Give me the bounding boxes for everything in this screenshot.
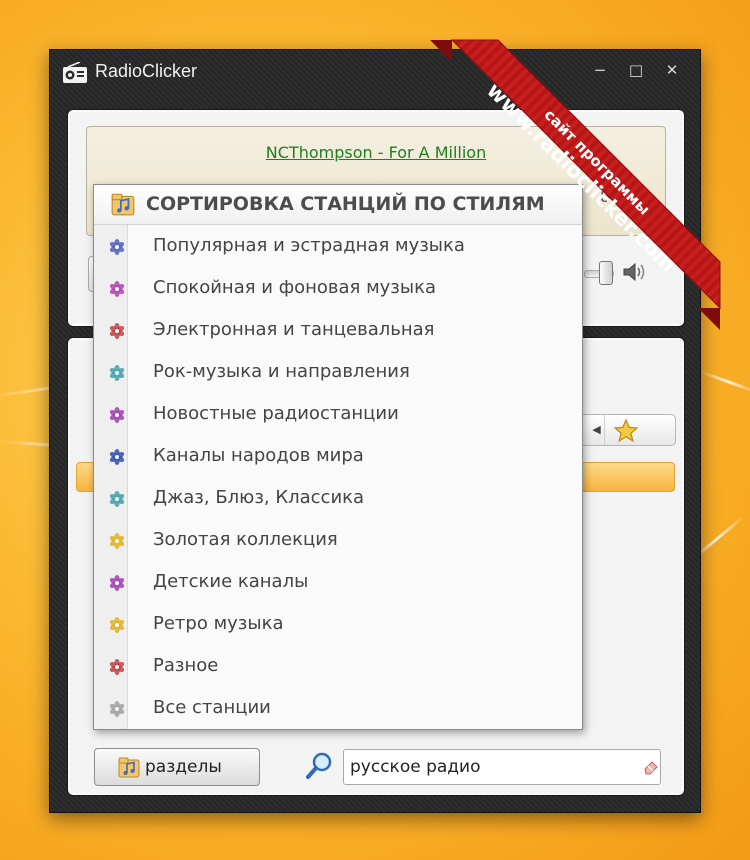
search-icon[interactable] (304, 750, 334, 782)
bitrate-text: 8 кВт (600, 187, 646, 206)
dropdown-item[interactable]: Все станции (94, 687, 582, 729)
dropdown-item[interactable]: Золотая коллекция (94, 519, 582, 561)
flower-bullet-icon (109, 659, 125, 675)
flower-bullet-icon (109, 701, 125, 717)
dropdown-item[interactable]: Электронная и танцевальная (94, 309, 582, 351)
radio-app-icon (63, 62, 87, 83)
volume-slider-handle[interactable] (599, 261, 613, 285)
flower-bullet-icon (109, 365, 125, 381)
now-playing-link[interactable]: NCThompson - For A Million (87, 143, 665, 162)
dropdown-item-label: Ретро музыка (153, 613, 284, 634)
dropdown-item-label: Электронная и танцевальная (153, 319, 435, 340)
dropdown-item[interactable]: Детские каналы (94, 561, 582, 603)
dropdown-item-label: Разное (153, 655, 219, 676)
music-folder-icon (111, 193, 135, 216)
dropdown-item[interactable]: Новостные радиостанции (94, 393, 582, 435)
flower-bullet-icon (109, 491, 125, 507)
close-button[interactable]: ✕ (658, 58, 686, 82)
star-icon[interactable] (613, 418, 639, 444)
background-ray (699, 370, 750, 394)
flower-bullet-icon (109, 323, 125, 339)
minimize-button[interactable]: − (586, 58, 614, 82)
scroll-left-icon[interactable]: ◀ (589, 415, 605, 445)
search-input[interactable] (343, 749, 661, 785)
flower-bullet-icon (109, 575, 125, 591)
favorites-toolbar: ◀ (578, 414, 676, 446)
dropdown-item-label: Спокойная и фоновая музыка (153, 277, 436, 298)
flower-bullet-icon (109, 617, 125, 633)
dropdown-item-label: Золотая коллекция (153, 529, 338, 550)
dropdown-item-label: Популярная и эстрадная музыка (153, 235, 465, 256)
dropdown-title: СОРТИРОВКА СТАНЦИЙ ПО СТИЛЯМ (146, 193, 545, 215)
dropdown-item-label: Джаз, Блюз, Классика (153, 487, 365, 508)
title-bar[interactable]: RadioClicker − □ ✕ (50, 50, 700, 96)
flower-bullet-icon (109, 281, 125, 297)
speaker-icon[interactable] (621, 260, 649, 284)
flower-bullet-icon (109, 239, 125, 255)
flower-bullet-icon (109, 449, 125, 465)
dropdown-item-label: Новостные радиостанции (153, 403, 399, 424)
window-title: RadioClicker (95, 61, 198, 81)
clear-search-icon[interactable] (643, 759, 659, 775)
dropdown-item[interactable]: Каналы народов мира (94, 435, 582, 477)
music-folder-icon (118, 757, 140, 778)
dropdown-item[interactable]: Популярная и эстрадная музыка (94, 225, 582, 267)
dropdown-item[interactable]: Разное (94, 645, 582, 687)
dropdown-item[interactable]: Рок-музыка и направления (94, 351, 582, 393)
dropdown-item[interactable]: Ретро музыка (94, 603, 582, 645)
sections-button-label: разделы (145, 757, 222, 777)
flower-bullet-icon (109, 407, 125, 423)
style-sort-dropdown: СОРТИРОВКА СТАНЦИЙ ПО СТИЛЯМ Популярная … (93, 184, 583, 730)
dropdown-item-label: Рок-музыка и направления (153, 361, 410, 382)
dropdown-item[interactable]: Джаз, Блюз, Классика (94, 477, 582, 519)
dropdown-item[interactable]: Спокойная и фоновая музыка (94, 267, 582, 309)
maximize-button[interactable]: □ (622, 58, 650, 82)
dropdown-item-label: Детские каналы (153, 571, 309, 592)
flower-bullet-icon (109, 533, 125, 549)
dropdown-header: СОРТИРОВКА СТАНЦИЙ ПО СТИЛЯМ (94, 185, 582, 225)
dropdown-item-label: Все станции (153, 697, 271, 718)
sections-button[interactable]: разделы (94, 748, 260, 786)
dropdown-item-label: Каналы народов мира (153, 445, 364, 466)
